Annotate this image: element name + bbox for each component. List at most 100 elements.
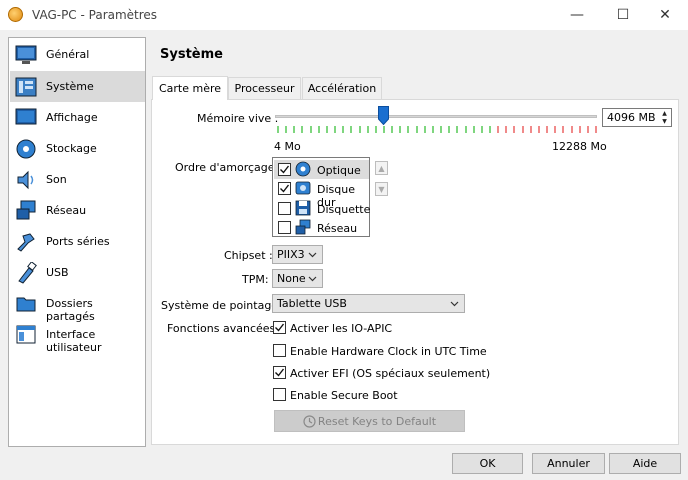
memory-slider-thumb[interactable]	[377, 106, 389, 125]
ok-button[interactable]: OK	[452, 453, 523, 474]
hard-disk-icon	[295, 181, 311, 195]
sidebar-item-network[interactable]: Réseau	[10, 195, 145, 226]
sidebar-item-usb[interactable]: USB	[10, 257, 145, 288]
help-button[interactable]: Aide	[609, 453, 681, 474]
boot-item-floppy[interactable]: Disquette	[274, 199, 370, 218]
boot-item-hard-disk[interactable]: Disque dur	[274, 179, 369, 209]
sidebar-item-shared-folders[interactable]: Dossiers partagés	[10, 288, 145, 323]
slider-tick	[448, 126, 451, 133]
spin-arrows[interactable]: ▲ ▼	[659, 110, 670, 125]
slider-tick	[293, 126, 296, 133]
sidebar-item-general[interactable]: Général	[10, 39, 145, 70]
memory-spinbox[interactable]: 4096 MB ▲ ▼	[602, 108, 672, 127]
sidebar-item-label: Affichage	[46, 111, 98, 124]
slider-tick	[562, 126, 565, 133]
memory-value: 4096 MB	[607, 111, 656, 124]
chevron-down-icon	[450, 301, 459, 307]
io-apic-checkbox[interactable]	[273, 321, 286, 334]
boot-item-optical[interactable]: Optique	[274, 160, 369, 179]
features-label: Fonctions avancées :	[167, 322, 283, 335]
floppy-icon	[295, 200, 311, 216]
sidebar-item-label: Interface utilisateur	[46, 328, 102, 354]
slider-tick	[415, 126, 418, 133]
slider-tick	[399, 126, 402, 133]
slider-tick	[317, 126, 320, 133]
slider-tick	[350, 126, 353, 133]
minimize-button[interactable]: —	[554, 0, 600, 30]
reset-keys-label: Reset Keys to Default	[317, 414, 437, 428]
boot-move-down-button[interactable]: ▼	[375, 182, 388, 196]
cancel-button[interactable]: Annuler	[532, 453, 605, 474]
tpm-value: None	[277, 272, 306, 285]
sidebar-item-label: Système	[46, 80, 94, 93]
chipset-select[interactable]: PIIX3	[272, 245, 323, 264]
slider-tick	[529, 126, 532, 133]
secure-boot-checkbox[interactable]	[273, 388, 286, 401]
spin-down-icon[interactable]: ▼	[662, 118, 667, 125]
memory-min-label: 4 Mo	[274, 140, 301, 153]
sidebar-item-display[interactable]: Affichage	[10, 102, 145, 133]
slider-tick	[325, 126, 328, 133]
slider-tick	[383, 126, 385, 133]
tab-acceleration[interactable]: Accélération	[302, 77, 382, 99]
boot-item-label: Optique	[317, 164, 361, 177]
display-icon	[15, 107, 37, 129]
memory-label: Mémoire vive :	[197, 112, 279, 125]
slider-tick	[456, 126, 459, 133]
sidebar-item-label: Stockage	[46, 142, 97, 155]
sidebar-item-serial-ports[interactable]: Ports séries	[10, 226, 145, 257]
slider-tick	[374, 126, 377, 133]
slider-tick	[431, 126, 434, 133]
option-label: Enable Secure Boot	[290, 389, 398, 402]
usb-icon	[15, 262, 37, 284]
slider-tick	[480, 126, 483, 133]
slider-tick	[440, 126, 443, 133]
pointing-value: Tablette USB	[277, 297, 347, 310]
memory-slider-track[interactable]	[275, 115, 597, 118]
slider-tick	[513, 126, 516, 133]
tab-processor[interactable]: Processeur	[228, 77, 301, 99]
chipset-label: Chipset :	[224, 249, 273, 262]
system-icon	[15, 76, 37, 98]
shared-folders-icon	[15, 293, 37, 315]
reset-keys-button[interactable]: Reset Keys to Default	[274, 410, 465, 432]
option-label: Activer EFI (OS spéciaux seulement)	[290, 367, 491, 380]
virtualbox-app-icon	[8, 7, 23, 22]
tab-motherboard[interactable]: Carte mère	[152, 76, 228, 100]
chevron-down-icon	[308, 276, 317, 282]
storage-icon	[15, 138, 37, 160]
pointing-select[interactable]: Tablette USB	[272, 294, 465, 313]
boot-optical-checkbox[interactable]	[278, 163, 291, 176]
sidebar-item-storage[interactable]: Stockage	[10, 133, 145, 164]
boot-hard-disk-checkbox[interactable]	[278, 182, 291, 195]
boot-order-list: Optique Disque dur Disquette Réseau	[272, 157, 370, 237]
reset-icon	[303, 414, 316, 428]
sidebar-item-user-interface[interactable]: Interface utilisateur	[10, 319, 145, 354]
maximize-button[interactable]: ☐	[600, 0, 646, 30]
memory-max-label: 12288 Mo	[552, 140, 607, 153]
slider-tick	[407, 126, 410, 133]
slider-tick	[489, 126, 491, 133]
boot-floppy-checkbox[interactable]	[278, 202, 291, 215]
close-button[interactable]: ✕	[642, 0, 688, 30]
slider-tick	[472, 126, 475, 133]
slider-tick	[521, 126, 524, 133]
efi-checkbox[interactable]	[273, 366, 286, 379]
spin-up-icon[interactable]: ▲	[662, 110, 667, 117]
general-icon	[15, 44, 37, 66]
slider-tick	[464, 126, 467, 133]
slider-tick	[578, 126, 581, 133]
sidebar-item-label: Réseau	[46, 204, 87, 217]
slider-tick	[391, 126, 394, 133]
utc-clock-checkbox[interactable]	[273, 344, 286, 357]
boot-network-checkbox[interactable]	[278, 221, 291, 234]
boot-item-network[interactable]: Réseau	[274, 218, 369, 237]
pointing-label: Système de pointage :	[161, 299, 286, 312]
boot-move-up-button[interactable]: ▲	[375, 161, 388, 175]
tpm-select[interactable]: None	[272, 269, 323, 288]
sidebar-item-sound[interactable]: Son	[10, 164, 145, 195]
tpm-label: TPM:	[242, 273, 269, 286]
sidebar-item-system[interactable]: Système	[10, 71, 145, 102]
optical-disc-icon	[295, 161, 311, 177]
section-title: Système	[160, 47, 223, 62]
